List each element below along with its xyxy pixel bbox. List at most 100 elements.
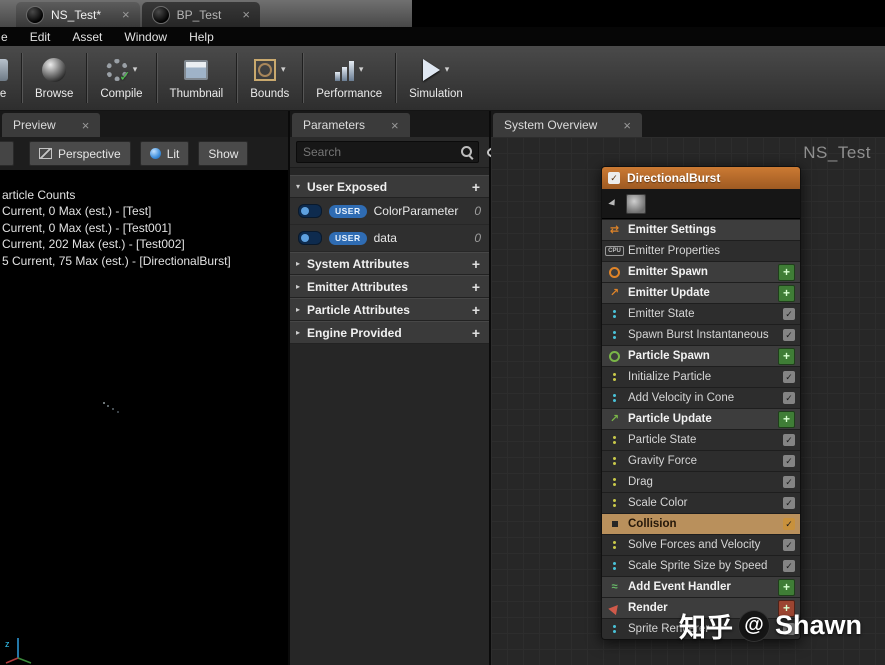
- add-parameter-icon[interactable]: +: [469, 302, 483, 318]
- menu-item-edit[interactable]: Edit: [19, 30, 62, 44]
- search-input[interactable]: [301, 144, 460, 160]
- stack-row-drag[interactable]: Drag ✓: [602, 471, 800, 492]
- close-icon[interactable]: ×: [82, 119, 90, 132]
- stack-row-label: Add Velocity in Cone: [628, 392, 735, 404]
- section-header-user-exposed[interactable]: ▾ User Exposed +: [290, 175, 489, 198]
- add-parameter-icon[interactable]: +: [469, 279, 483, 295]
- add-module-icon[interactable]: +: [778, 410, 795, 428]
- toolbar-button-bounds[interactable]: ▾ Bounds: [237, 46, 302, 110]
- viewport-button-lit[interactable]: Lit: [139, 141, 190, 166]
- add-module-icon[interactable]: +: [778, 578, 795, 596]
- module-enabled-checkbox[interactable]: ✓: [783, 560, 795, 572]
- module-enabled-checkbox[interactable]: ✓: [783, 497, 795, 509]
- toolbar-button-browse[interactable]: Browse: [22, 46, 86, 110]
- viewport-button-label: Lit: [166, 146, 180, 161]
- close-icon[interactable]: ×: [122, 8, 130, 21]
- stack-row-spawn-burst-instantaneous[interactable]: Spawn Burst Instantaneous ✓: [602, 324, 800, 345]
- add-parameter-icon[interactable]: +: [469, 256, 483, 272]
- toolbar-button-label: Compile: [100, 87, 143, 100]
- stack-row-solve-forces-and-velocity[interactable]: Solve Forces and Velocity ✓: [602, 534, 800, 555]
- document-tab-ns-test[interactable]: NS_Test* ×: [16, 2, 140, 27]
- expander-icon[interactable]: ▸: [296, 282, 307, 291]
- close-icon[interactable]: ×: [391, 119, 399, 132]
- module-enabled-checkbox[interactable]: ✓: [783, 329, 795, 341]
- tab-system-overview[interactable]: System Overview ×: [493, 113, 642, 137]
- bounds-icon: [253, 58, 276, 81]
- stack-row-particle-state[interactable]: Particle State ✓: [602, 429, 800, 450]
- menu-item-help[interactable]: Help: [178, 30, 225, 44]
- tab-parameters[interactable]: Parameters ×: [292, 113, 410, 137]
- section-header-system-attributes[interactable]: ▸ System Attributes +: [290, 252, 489, 275]
- module-enabled-checkbox[interactable]: ✓: [783, 455, 795, 467]
- stack-row-particle-update[interactable]: ↗ Particle Update +: [602, 408, 800, 429]
- emitter-node-header[interactable]: ✓ DirectionalBurst: [602, 167, 800, 189]
- document-tab-bp-test[interactable]: BP_Test ×: [141, 2, 260, 27]
- parameter-row-colorparameter[interactable]: USER ColorParameter 0: [290, 198, 489, 225]
- search-box[interactable]: [296, 141, 479, 163]
- section-header-emitter-attributes[interactable]: ▸ Emitter Attributes +: [290, 275, 489, 298]
- stack-row-emitter-settings[interactable]: ⇄ Emitter Settings: [602, 219, 800, 240]
- expander-icon[interactable]: ▸: [296, 259, 307, 268]
- add-module-icon[interactable]: +: [778, 263, 795, 281]
- stack-row-emitter-update[interactable]: ↗ Emitter Update +: [602, 282, 800, 303]
- add-parameter-icon[interactable]: +: [469, 179, 483, 195]
- stack-row-emitter-state[interactable]: Emitter State ✓: [602, 303, 800, 324]
- stack-row-scale-sprite-size-by-speed[interactable]: Scale Sprite Size by Speed ✓: [602, 555, 800, 576]
- isolate-icon[interactable]: [608, 199, 618, 208]
- module-enabled-checkbox[interactable]: ✓: [783, 371, 795, 383]
- toolbar-button-simulation[interactable]: ▾ Simulation: [396, 46, 476, 110]
- add-parameter-icon[interactable]: +: [469, 325, 483, 341]
- svg-text:z: z: [5, 639, 10, 649]
- stack-row-collision[interactable]: Collision ✓: [602, 513, 800, 534]
- expander-icon[interactable]: ▾: [296, 182, 307, 191]
- system-overview-canvas[interactable]: NS_Test ✓ DirectionalBurst ⇄ Emitter Sett…: [491, 137, 885, 665]
- stack-row-add-event-handler[interactable]: ≈ Add Event Handler +: [602, 576, 800, 597]
- module-enabled-checkbox[interactable]: ✓: [783, 539, 795, 551]
- toolbar-button-ave[interactable]: ave: [0, 46, 21, 110]
- viewport-button-show[interactable]: Show: [198, 141, 249, 166]
- menu-item-window[interactable]: Window: [113, 30, 178, 44]
- cropped-viewport-button[interactable]: [0, 141, 14, 166]
- module-enabled-checkbox[interactable]: ✓: [783, 308, 795, 320]
- tab-preview[interactable]: Preview ×: [2, 113, 101, 137]
- menu-bar: e Edit Asset Window Help: [0, 27, 885, 46]
- toolbar-button-thumbnail[interactable]: Thumbnail: [157, 46, 237, 110]
- expander-icon[interactable]: ▸: [296, 305, 307, 314]
- stack-row-gravity-force[interactable]: Gravity Force ✓: [602, 450, 800, 471]
- emitter-node-directionalburst[interactable]: ✓ DirectionalBurst ⇄ Emitter Settings CPU E…: [601, 166, 801, 640]
- add-module-icon[interactable]: +: [778, 284, 795, 302]
- add-module-icon[interactable]: +: [778, 347, 795, 365]
- stack-row-add-velocity-in-cone[interactable]: Add Velocity in Cone ✓: [602, 387, 800, 408]
- stack-row-scale-color[interactable]: Scale Color ✓: [602, 492, 800, 513]
- menu-item-e[interactable]: e: [0, 30, 19, 44]
- module-enabled-checkbox[interactable]: ✓: [783, 392, 795, 404]
- preview-viewport[interactable]: article Counts Current, 0 Max (est.) - [T…: [0, 170, 288, 665]
- parameter-reference-count: 0: [474, 204, 481, 218]
- parameter-row-data[interactable]: USER data 0: [290, 225, 489, 252]
- expander-icon[interactable]: ▸: [296, 328, 307, 337]
- compile-icon: [105, 58, 131, 85]
- module-icon: [607, 499, 622, 507]
- close-icon[interactable]: ×: [623, 119, 631, 132]
- section-header-engine-provided[interactable]: ▸ Engine Provided +: [290, 321, 489, 344]
- stack-row-particle-spawn[interactable]: Particle Spawn +: [602, 345, 800, 366]
- module-enabled-checkbox[interactable]: ✓: [783, 476, 795, 488]
- toolbar-button-performance[interactable]: ▾ Performance: [303, 46, 395, 110]
- simulation-icon: [422, 58, 440, 81]
- toolbar-button-compile[interactable]: ▾ Compile: [87, 46, 155, 110]
- module-enabled-checkbox[interactable]: ✓: [783, 434, 795, 446]
- viewport-button-perspective[interactable]: Perspective: [29, 141, 131, 166]
- emitter-thumbnail[interactable]: [626, 193, 646, 214]
- parameter-type-pill: [298, 204, 322, 218]
- module-enabled-checkbox[interactable]: ✓: [783, 518, 795, 530]
- stack-row-initialize-particle[interactable]: Initialize Particle ✓: [602, 366, 800, 387]
- section-header-particle-attributes[interactable]: ▸ Particle Attributes +: [290, 298, 489, 321]
- stack-row-emitter-properties[interactable]: CPU Emitter Properties: [602, 240, 800, 261]
- stack-row-emitter-spawn[interactable]: Emitter Spawn +: [602, 261, 800, 282]
- menu-item-asset[interactable]: Asset: [61, 30, 113, 44]
- chevron-down-icon: ▾: [132, 64, 138, 74]
- close-icon[interactable]: ×: [242, 8, 250, 21]
- system-overview-panel: System Overview × NS_Test ✓ DirectionalB…: [491, 111, 885, 665]
- parameters-tab-strip: Parameters ×: [290, 111, 489, 137]
- emitter-enabled-checkbox[interactable]: ✓: [608, 172, 620, 184]
